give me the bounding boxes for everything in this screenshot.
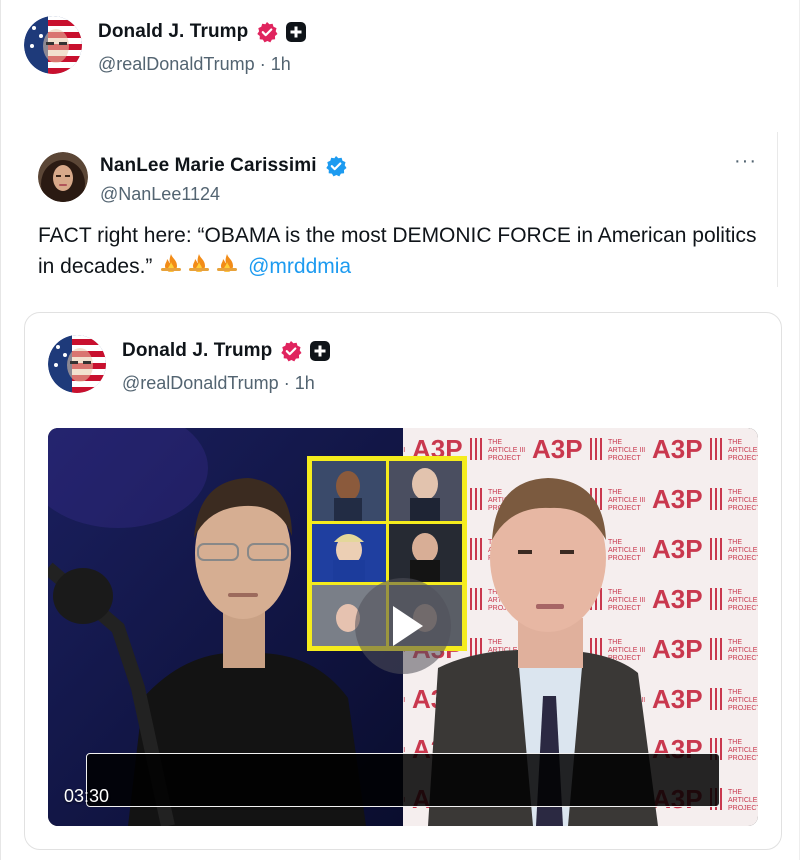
post-header: Donald J. Trump @realDonaldTrump · 1h (48, 335, 331, 399)
quoted-post-header: NanLee Marie Carissimi @NanLee1124 (38, 152, 347, 205)
dot-separator: · (283, 373, 290, 393)
handle-time: @realDonaldTrump · 1h (122, 373, 330, 394)
author-handle[interactable]: @realDonaldTrump (98, 54, 255, 74)
author-handle[interactable]: @NanLee1124 (100, 184, 347, 205)
avatar[interactable] (48, 335, 106, 393)
dot-separator: · (259, 54, 266, 74)
handle-time: @realDonaldTrump · 1h (98, 54, 306, 75)
post-body: FACT right here: “OBAMA is the most DEMO… (38, 224, 757, 278)
fire-emoji-icon (186, 253, 212, 286)
quoted-post[interactable]: NanLee Marie Carissimi @NanLee1124 ··· F… (22, 132, 778, 287)
embedded-post-card[interactable]: Donald J. Trump @realDonaldTrump · 1h 03… (24, 312, 782, 850)
avatar[interactable] (24, 16, 82, 74)
play-icon[interactable] (353, 576, 453, 676)
affiliate-badge-icon (310, 341, 331, 361)
fire-emoji-icon (214, 253, 240, 286)
author-name[interactable]: Donald J. Trump (122, 340, 272, 362)
frame-divider-left (0, 0, 1, 860)
quote-border (777, 132, 778, 287)
post-header: Donald J. Trump @realDonaldTrump · 1h (24, 16, 307, 80)
video-progress-bar[interactable] (86, 753, 720, 807)
post-text: FACT right here: “OBAMA is the most DEMO… (38, 220, 758, 286)
video-duration: 03:30 (64, 786, 110, 806)
verified-badge-icon (257, 22, 278, 43)
author-name[interactable]: NanLee Marie Carissimi (100, 155, 317, 177)
author-name[interactable]: Donald J. Trump (98, 21, 248, 43)
affiliate-badge-icon (286, 22, 307, 42)
verified-badge-icon (281, 341, 302, 362)
post-time[interactable]: 1h (295, 373, 315, 393)
verified-badge-icon (325, 156, 347, 177)
post-time[interactable]: 1h (271, 54, 291, 74)
author-handle[interactable]: @realDonaldTrump (122, 373, 279, 393)
mention-link[interactable]: @mrddmia (248, 255, 351, 278)
avatar[interactable] (38, 152, 88, 202)
more-options-button[interactable]: ··· (734, 150, 757, 173)
fire-emoji-icon (158, 253, 184, 286)
video-player[interactable]: A3P THE ARTICLE III PROJECT (48, 428, 758, 826)
